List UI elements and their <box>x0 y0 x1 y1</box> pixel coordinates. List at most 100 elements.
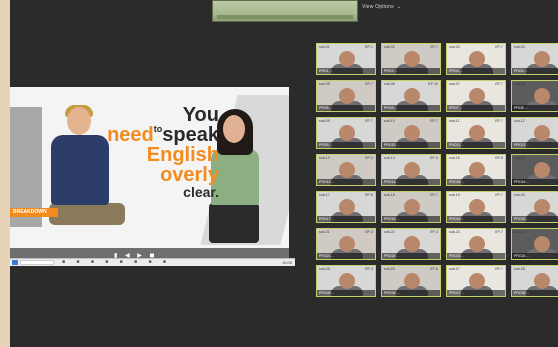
participant-tag: EP-7 <box>495 267 503 271</box>
participant-tile[interactable]: sub-16EP-7PRO16 ... <box>511 154 558 186</box>
slide-word-to: to <box>153 124 163 134</box>
participant-tile[interactable]: sub-01 EP-1 PRO1 ... <box>316 43 376 75</box>
participant-tile[interactable]: sub-14 EP-6 PRO14 ... <box>381 154 441 186</box>
participant-tile[interactable]: sub-11 EP-7 PRO11 ... <box>446 117 506 149</box>
participant-avatar <box>469 125 485 141</box>
participant-name: PRO15 ... <box>447 179 505 185</box>
participant-tile[interactable]: sub-10 EP-7 PRO10 ... <box>381 117 441 149</box>
participant-avatar <box>339 162 355 178</box>
participant-tag: EP-8 <box>430 267 438 271</box>
participant-tag: EP-7 <box>495 119 503 123</box>
participant-avatar <box>339 199 355 215</box>
participant-tag: EP-3 <box>365 230 373 234</box>
participant-tag: EP-7 <box>430 193 438 197</box>
participant-tile[interactable]: sub-15 EP-8 PRO15 ... <box>446 154 506 186</box>
brand-tag-label: BREAKDOWN <box>13 209 47 215</box>
participant-name: PRO23 ... <box>447 253 505 259</box>
view-options-label: View Options <box>362 4 394 10</box>
participant-tile[interactable]: sub-04EP-2PRO4 ... <box>511 43 558 75</box>
participant-tag: EP-8 <box>495 156 503 160</box>
participant-tile[interactable]: sub-19 EP-7 PRO19 ... <box>446 191 506 223</box>
participant-avatar <box>339 273 355 289</box>
participant-tag: EP-7 <box>430 119 438 123</box>
participant-name: PRO8 ... <box>512 105 558 111</box>
participant-name: PRO14 ... <box>382 179 440 185</box>
taskbar-search-input[interactable] <box>20 260 54 265</box>
participant-tag: EP-7 <box>495 82 503 86</box>
participant-avatar <box>534 236 550 252</box>
participant-tile[interactable]: sub-05 EP-7 PRO5 ... <box>316 80 376 112</box>
participant-name: PRO21 ... <box>317 253 375 259</box>
participant-name: PRO17 ... <box>317 216 375 222</box>
participant-tag: EP-7 <box>495 193 503 197</box>
participant-name: PRO16 ... <box>512 179 558 185</box>
participant-name: PRO25 ... <box>317 290 375 296</box>
participant-header: sub-16 <box>514 156 525 160</box>
participant-tile[interactable]: sub-20EP-7PRO20 ... <box>511 191 558 223</box>
participant-avatar <box>534 51 550 67</box>
participant-tile[interactable]: sub-25 EP-4 PRO25 ... <box>316 265 376 297</box>
participant-header: sub-28 <box>514 267 525 271</box>
participant-avatar <box>469 51 485 67</box>
participant-name: PRO26 ... <box>382 290 440 296</box>
participant-avatar <box>534 273 550 289</box>
participant-tile[interactable]: sub-22 EP-3 PRO22 ... <box>381 228 441 260</box>
participant-avatar <box>534 199 550 215</box>
participant-avatar <box>404 162 420 178</box>
chevron-down-icon: ⌄ <box>396 4 402 10</box>
slide-line-3: overly <box>160 164 219 186</box>
participant-tag: EP-3 <box>430 230 438 234</box>
taskbar-clock: 10:00 <box>281 260 292 265</box>
slide-line-2: English <box>146 144 219 166</box>
taskbar-app-icons[interactable]: ■ ■ ■ ■ ■ ■ ■ ■ <box>62 259 171 265</box>
presenter-man-legs <box>49 203 125 225</box>
participant-avatar <box>339 125 355 141</box>
participant-tile[interactable]: sub-24EP-3PRO24 ... <box>511 228 558 260</box>
slide-word-speak: speak <box>162 124 219 146</box>
participant-tag: EP-7 <box>495 45 503 49</box>
participant-tile[interactable]: sub-09 EP-7 PRO9 ... <box>316 117 376 149</box>
participant-name: PRO9 ... <box>317 142 375 148</box>
participant-avatar <box>339 236 355 252</box>
view-options-button[interactable]: View Options ⌄ <box>362 4 401 10</box>
participant-tile[interactable]: sub-21 EP-3 PRO21 ... <box>316 228 376 260</box>
participant-tile[interactable]: sub-02 EP-7 PRO2 ... <box>381 43 441 75</box>
participant-tag: EP-3 <box>365 156 373 160</box>
presenter-woman-head <box>223 115 245 143</box>
participant-tile[interactable]: sub-12EP-2PRO12 ... <box>511 117 558 149</box>
participant-tile[interactable]: sub-13 EP-3 PRO13 ... <box>316 154 376 186</box>
participant-name: PRO2 ... <box>382 68 440 74</box>
participant-tile[interactable]: sub-06 EP-10 PRO6 ... <box>381 80 441 112</box>
shared-screen[interactable]: You needtospeak English overly clear. BRE… <box>10 87 289 262</box>
participant-tag: EP-4 <box>365 267 373 271</box>
brand-tag: BREAKDOWN <box>10 208 58 217</box>
participant-name: PRO6 ... <box>382 105 440 111</box>
participant-name: PRO22 ... <box>382 253 440 259</box>
participant-tile[interactable]: sub-08EP-2PRO8 ... <box>511 80 558 112</box>
participant-avatar <box>469 88 485 104</box>
participant-avatar <box>469 162 485 178</box>
participant-name: PRO24 ... <box>512 253 558 259</box>
participant-header: sub-08 <box>514 82 525 86</box>
participant-name: PRO28 ... <box>512 290 558 296</box>
participant-avatar <box>534 162 550 178</box>
participant-avatar <box>404 125 420 141</box>
share-banner-bar <box>217 15 353 19</box>
start-icon[interactable] <box>12 260 18 265</box>
participant-tile[interactable]: sub-27 EP-7 PRO27 ... <box>446 265 506 297</box>
participant-tile[interactable]: sub-03 EP-7 PRO3 ... <box>446 43 506 75</box>
participant-tile[interactable]: sub-26 EP-8 PRO26 ... <box>381 265 441 297</box>
participant-tile[interactable]: sub-07 EP-7 PRO7 ... <box>446 80 506 112</box>
participant-tile[interactable]: sub-17 EP-6 PRO17 ... <box>316 191 376 223</box>
participant-tag: EP-6 <box>430 156 438 160</box>
participant-tile[interactable]: sub-28EP-4PRO28 ... <box>511 265 558 297</box>
participant-tile[interactable]: sub-18 EP-7 PRO18 ... <box>381 191 441 223</box>
participant-tile[interactable]: sub-23 EP-7 PRO23 ... <box>446 228 506 260</box>
participant-name: PRO11 ... <box>447 142 505 148</box>
participant-tag: EP-7 <box>365 119 373 123</box>
participant-name: PRO1 ... <box>317 68 375 74</box>
screen-share-banner[interactable] <box>212 0 358 22</box>
participant-header: sub-04 <box>514 45 525 49</box>
participant-name: PRO13 ... <box>317 179 375 185</box>
participant-tag: EP-7 <box>365 82 373 86</box>
